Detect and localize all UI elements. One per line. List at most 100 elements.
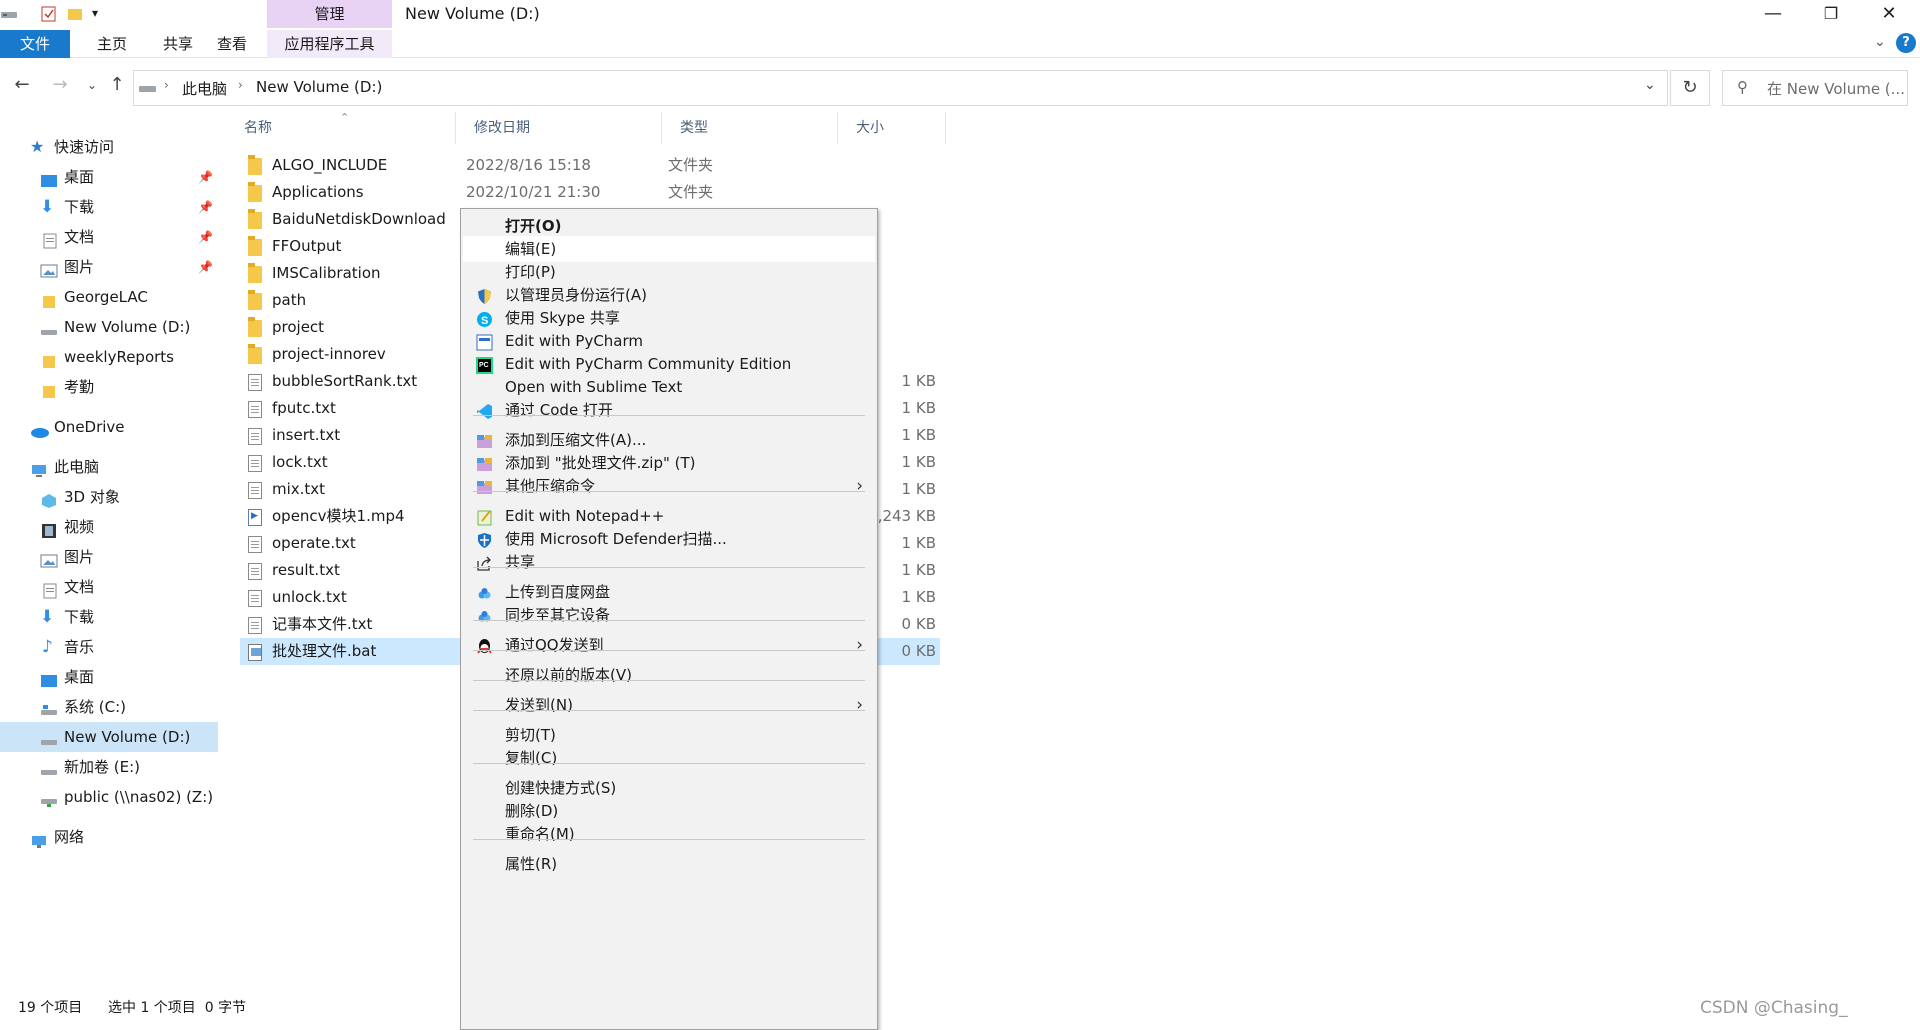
search-input[interactable]: ⚲ 在 New Volume (... bbox=[1722, 70, 1908, 106]
nav-item-desktop[interactable]: 桌面 📌 bbox=[40, 162, 218, 192]
context-menu-item[interactable]: 重命名(M) bbox=[463, 821, 875, 847]
share-icon bbox=[476, 554, 493, 571]
baidu-sync-icon bbox=[476, 607, 493, 624]
qq-icon bbox=[476, 637, 493, 654]
text-file-icon bbox=[248, 455, 262, 472]
qat-dropdown-icon[interactable]: ▾ bbox=[92, 6, 98, 20]
breadcrumb-separator-icon: › bbox=[238, 78, 243, 92]
column-header-type[interactable]: 类型 bbox=[662, 112, 838, 144]
tab-file[interactable]: 文件 bbox=[0, 30, 70, 58]
nav-item-pictures[interactable]: 图片 📌 bbox=[40, 252, 218, 282]
pin-icon[interactable]: 📌 bbox=[198, 222, 213, 252]
context-menu-item[interactable]: 同步至其它设备 bbox=[463, 602, 875, 628]
shield-icon bbox=[476, 287, 493, 304]
text-file-icon bbox=[248, 617, 262, 634]
address-bar[interactable]: › 此电脑 › New Volume (D:) ⌄ bbox=[133, 70, 1668, 106]
pycharm-icon bbox=[476, 333, 493, 351]
close-button[interactable]: ✕ bbox=[1860, 0, 1918, 30]
help-icon[interactable]: ? bbox=[1896, 33, 1916, 53]
document-icon bbox=[42, 579, 60, 599]
maximize-button[interactable]: ❐ bbox=[1802, 0, 1860, 30]
menu-separator bbox=[473, 650, 865, 651]
file-name: 记事本文件.txt bbox=[272, 615, 373, 633]
nav-item-downloads[interactable]: ⬇ 下载 📌 bbox=[40, 192, 218, 222]
context-menu-label: 通过QQ发送到 bbox=[505, 636, 604, 654]
menu-separator bbox=[473, 491, 865, 492]
sort-ascending-icon: ⌃ bbox=[340, 111, 350, 124]
winrar-icon bbox=[476, 432, 493, 449]
address-dropdown-icon[interactable]: ⌄ bbox=[1644, 77, 1656, 93]
file-name: insert.txt bbox=[272, 426, 341, 444]
breadcrumb-this-pc[interactable]: 此电脑 bbox=[182, 78, 227, 99]
text-file-icon bbox=[248, 401, 262, 418]
column-header-date[interactable]: 修改日期 bbox=[456, 112, 662, 144]
file-row[interactable]: Applications 2022/10/21 21:30 文件夹 bbox=[240, 179, 940, 206]
column-headers: 名称 ⌃ 修改日期 类型 大小 bbox=[226, 111, 946, 144]
file-date: 2022/10/21 21:30 bbox=[466, 183, 601, 201]
context-menu-item[interactable]: 通过 Code 打开 bbox=[463, 397, 875, 423]
folder-icon bbox=[248, 317, 262, 337]
minimize-button[interactable]: — bbox=[1744, 0, 1802, 30]
download-icon: ⬇ bbox=[40, 607, 55, 627]
text-file-icon bbox=[248, 428, 262, 445]
expand-ribbon-icon[interactable]: ⌄ bbox=[1874, 34, 1886, 50]
pc-drive-icon bbox=[138, 81, 158, 99]
file-name: lock.txt bbox=[272, 453, 328, 471]
tab-view[interactable]: 查看 bbox=[200, 30, 264, 58]
menu-separator bbox=[473, 839, 865, 840]
drive-icon[interactable] bbox=[0, 6, 18, 22]
menu-separator bbox=[473, 680, 865, 681]
pictures-icon bbox=[40, 259, 58, 278]
folder-icon bbox=[248, 209, 262, 229]
pycharm-ce-icon: PC bbox=[476, 356, 493, 374]
nav-item-documents[interactable]: 文档 📌 bbox=[40, 222, 218, 252]
menu-separator bbox=[473, 567, 865, 568]
tab-home[interactable]: 主页 bbox=[80, 30, 144, 58]
forward-arrow-icon[interactable]: → bbox=[48, 74, 72, 95]
context-menu-item[interactable]: 复制(C) bbox=[463, 745, 875, 771]
context-menu-item[interactable]: 其他压缩命令 › bbox=[463, 473, 875, 499]
nav-item-drive-d[interactable]: New Volume (D:) bbox=[0, 722, 218, 752]
text-file-icon bbox=[248, 374, 262, 391]
file-row[interactable]: ALGO_INCLUDE 2022/8/16 15:18 文件夹 bbox=[240, 152, 940, 179]
column-header-name[interactable]: 名称 ⌃ bbox=[226, 111, 456, 144]
menu-separator bbox=[473, 710, 865, 711]
context-menu-item[interactable]: 通过QQ发送到 › bbox=[463, 632, 875, 658]
star-icon: ★ bbox=[30, 137, 45, 156]
context-menu-label: 发送到(N) bbox=[505, 696, 573, 714]
recent-locations-icon[interactable]: ⌄ bbox=[80, 78, 104, 92]
refresh-button[interactable]: ↻ bbox=[1670, 70, 1710, 106]
manage-context-tab[interactable]: 管理 bbox=[267, 0, 392, 28]
file-name: bubbleSortRank.txt bbox=[272, 372, 418, 390]
menu-separator bbox=[473, 763, 865, 764]
context-menu-item[interactable]: 共享 bbox=[463, 549, 875, 575]
menu-separator bbox=[473, 415, 865, 416]
up-arrow-icon[interactable]: ↑ bbox=[105, 74, 129, 95]
tab-app-tools[interactable]: 应用程序工具 bbox=[267, 30, 392, 58]
music-icon: ♪ bbox=[42, 637, 53, 657]
context-menu-item[interactable]: 还原以前的版本(V) bbox=[463, 662, 875, 688]
new-folder-icon[interactable] bbox=[66, 6, 84, 22]
context-menu-item[interactable]: 属性(R) bbox=[463, 851, 875, 877]
navigation-pane: ★ 快速访问 桌面 📌 ⬇ 下载 📌 文档 📌 图片 📌 GeorgeLAC N… bbox=[0, 115, 218, 995]
file-name: FFOutput bbox=[272, 237, 342, 255]
text-file-icon bbox=[248, 563, 262, 580]
item-count: 19 个项目 bbox=[18, 1000, 83, 1016]
winrar-icon bbox=[476, 478, 493, 495]
context-menu-label: 其他压缩命令 bbox=[505, 477, 596, 495]
document-icon bbox=[42, 229, 60, 249]
drive-icon bbox=[40, 759, 58, 775]
column-header-size[interactable]: 大小 bbox=[838, 112, 946, 144]
back-arrow-icon[interactable]: ← bbox=[10, 74, 34, 95]
network-drive-icon bbox=[40, 789, 58, 807]
text-file-icon bbox=[248, 482, 262, 499]
context-menu-item[interactable]: 发送到(N) › bbox=[463, 692, 875, 718]
folder-icon bbox=[42, 349, 60, 368]
pin-icon[interactable]: 📌 bbox=[198, 252, 213, 282]
properties-icon[interactable] bbox=[40, 6, 58, 22]
pictures-icon bbox=[40, 549, 58, 568]
pin-icon[interactable]: 📌 bbox=[198, 192, 213, 222]
breadcrumb-volume[interactable]: New Volume (D:) bbox=[256, 78, 382, 96]
pin-icon[interactable]: 📌 bbox=[198, 162, 213, 192]
submenu-chevron-icon: › bbox=[856, 476, 863, 496]
